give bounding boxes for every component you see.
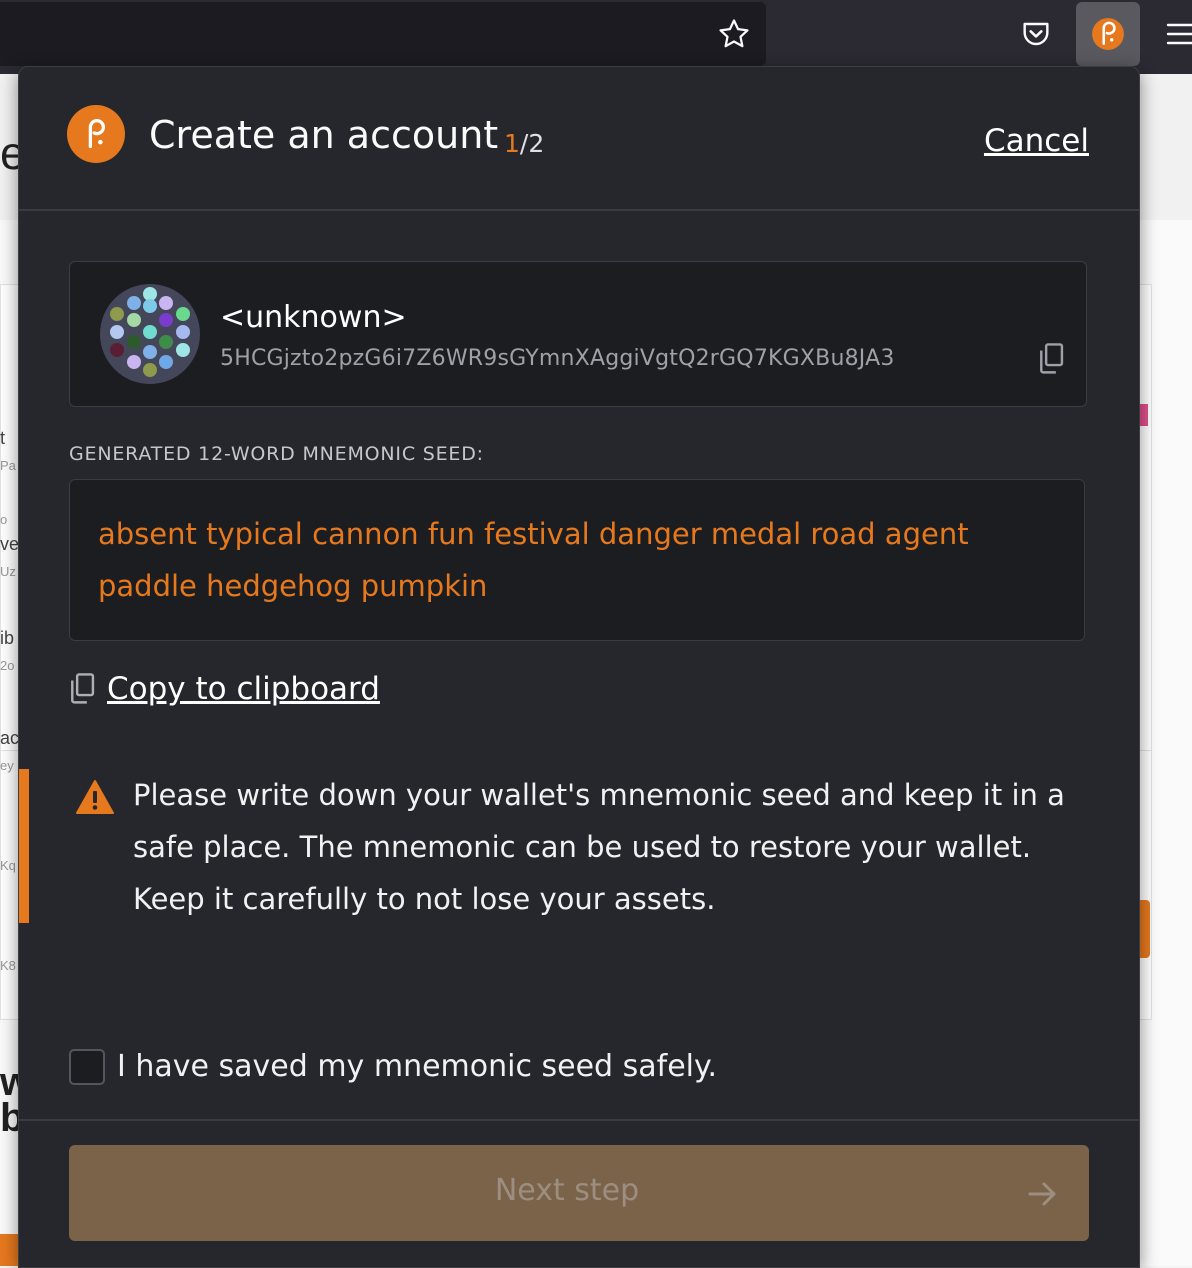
popup-header: Create an account 1/2 Cancel: [19, 67, 1139, 211]
next-step-button[interactable]: Next step: [69, 1145, 1089, 1241]
polkadot-extension-icon[interactable]: [1076, 2, 1140, 66]
polkadot-logo-icon: [67, 105, 125, 163]
background-fragment: o: [0, 512, 8, 527]
background-fragment: ey: [0, 758, 14, 773]
background-fragment: ve: [0, 534, 20, 554]
saved-seed-checkbox-label[interactable]: I have saved my mnemonic seed safely.: [117, 1049, 717, 1084]
saved-seed-checkbox[interactable]: [69, 1049, 105, 1085]
background-fragment: t: [0, 428, 6, 448]
browser-toolbar: [0, 0, 1192, 75]
identicon: [100, 284, 200, 384]
star-icon[interactable]: [712, 12, 756, 56]
account-name: <unknown>: [220, 300, 407, 335]
pocket-icon[interactable]: [1014, 12, 1058, 56]
mnemonic-seed-box: absent typical cannon fun festival dange…: [69, 479, 1085, 641]
copy-to-clipboard-button[interactable]: Copy to clipboard: [67, 669, 380, 709]
hamburger-menu-icon[interactable]: [1160, 14, 1192, 54]
copy-icon[interactable]: [1036, 342, 1066, 376]
copy-to-clipboard-label: Copy to clipboard: [107, 671, 380, 707]
background-fragment: ac: [0, 728, 20, 748]
account-card: <unknown> 5HCGjzto2pzG6i7Z6WR9sGYmnXAggi…: [69, 261, 1087, 407]
cancel-link[interactable]: Cancel: [984, 123, 1089, 159]
popup-footer: Next step: [19, 1119, 1139, 1267]
step-total: /2: [519, 129, 545, 158]
copy-icon: [71, 673, 95, 704]
extension-popup: Create an account 1/2 Cancel <unknown> 5…: [18, 66, 1140, 1268]
url-bar[interactable]: [0, 2, 766, 66]
next-step-label: Next step: [494, 1173, 640, 1208]
warning-accent-bar: [19, 769, 29, 923]
background-fragment: 2o: [0, 658, 15, 673]
background-fragment: Pa: [0, 458, 16, 473]
seed-label: GENERATED 12-WORD MNEMONIC SEED:: [69, 443, 484, 465]
background-fragment: ib: [0, 628, 15, 648]
arrow-right-icon: [1028, 1182, 1056, 1206]
warning-text: Please write down your wallet's mnemonic…: [133, 778, 1065, 916]
background-fragment: Kq: [0, 858, 16, 873]
step-current: 1: [504, 129, 520, 158]
page-title: Create an account: [149, 113, 499, 157]
background-fragment: Uz: [0, 564, 16, 579]
step-indicator: 1/2: [504, 129, 544, 158]
background-fragment: K8: [0, 958, 16, 973]
account-address: 5HCGjzto2pzG6i7Z6WR9sGYmnXAggiVgtQ2rGQ7K…: [220, 346, 895, 371]
warning-icon: [76, 780, 114, 814]
